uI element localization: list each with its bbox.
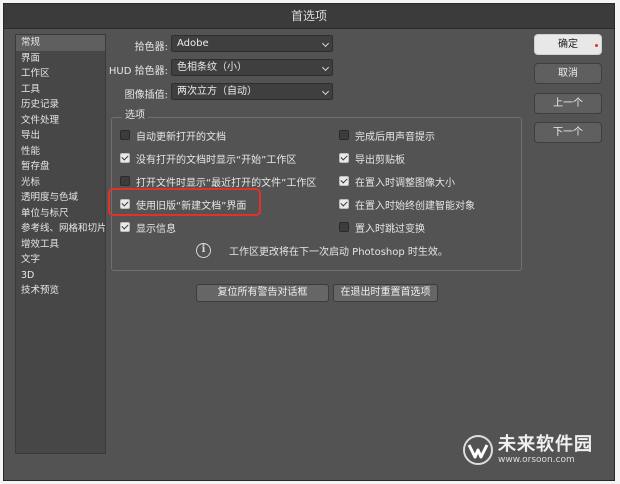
color-picker-select[interactable]: Adobe (171, 35, 333, 52)
checkbox-checked[interactable] (120, 222, 130, 232)
checkbox-checked[interactable] (339, 153, 349, 163)
sidebar-item-technology-previews[interactable]: 技术预览 (16, 283, 105, 299)
watermark-title: 未来软件园 (498, 433, 593, 455)
chevron-down-icon (321, 63, 330, 72)
option-beep-when-done[interactable]: 完成后用声音提示 (339, 128, 435, 143)
checkbox[interactable] (339, 130, 349, 140)
option-resize-on-place[interactable]: 在置入时调整图像大小 (339, 174, 455, 189)
watermark: 未来软件园 www.orsoon.com (462, 434, 593, 466)
checkbox[interactable] (120, 176, 130, 186)
chevron-down-icon (321, 39, 330, 48)
sidebar-item-type[interactable]: 文字 (16, 252, 105, 268)
option-auto-update-docs[interactable]: 自动更新打开的文档 (120, 128, 226, 143)
checkbox-checked[interactable] (339, 176, 349, 186)
color-picker-value: Adobe (177, 38, 209, 49)
sidebar-item-3d[interactable]: 3D (16, 268, 105, 284)
color-picker-label: 拾色器: (134, 42, 168, 53)
ok-button[interactable]: 确定 (534, 34, 602, 55)
sidebar-item-guides-grid-slices[interactable]: 参考线、网格和切片 (16, 221, 105, 237)
image-interpolation-select[interactable]: 两次立方（自动） (171, 83, 333, 100)
sidebar-item-transparency-gamut[interactable]: 透明度与色域 (16, 190, 105, 206)
option-show-tooltips[interactable]: 显示信息 (120, 220, 176, 235)
sidebar-item-file-handling[interactable]: 文件处理 (16, 113, 105, 129)
sidebar-item-cursors[interactable]: 光标 (16, 175, 105, 191)
hud-color-picker-select[interactable]: 色相条纹（小） (171, 59, 333, 76)
preferences-sidebar: 常规 界面 工作区 工具 历史记录 文件处理 导出 性能 暂存盘 光标 透明度与… (15, 34, 106, 454)
chevron-down-icon (321, 87, 330, 96)
watermark-logo-icon (463, 435, 493, 465)
sidebar-item-history[interactable]: 历史记录 (16, 97, 105, 113)
options-group-title: 选项 (122, 106, 148, 121)
sidebar-item-performance[interactable]: 性能 (16, 144, 105, 160)
focus-dot-icon (595, 44, 598, 47)
sidebar-item-general[interactable]: 常规 (16, 35, 105, 51)
image-interpolation-label: 图像插值: (124, 90, 168, 101)
sidebar-item-interface[interactable]: 界面 (16, 51, 105, 67)
highlight-annotation (108, 188, 261, 216)
info-icon: i (196, 243, 211, 258)
reset-on-quit-button[interactable]: 在退出时重置首选项 (333, 284, 438, 302)
window-title: 首选项 (290, 9, 327, 23)
checkbox-checked[interactable] (339, 199, 349, 209)
title-bar: 首选项 (4, 4, 614, 29)
previous-button[interactable]: 上一个 (534, 93, 602, 114)
image-interpolation-value: 两次立方（自动） (177, 86, 257, 97)
checkbox[interactable] (339, 222, 349, 232)
info-notice: i 工作区更改将在下一次启动 Photoshop 时生效。 (196, 243, 448, 258)
option-always-smart-objects[interactable]: 在置入时始终创建智能对象 (339, 197, 475, 212)
checkbox-checked[interactable] (120, 153, 130, 163)
sidebar-item-units-rulers[interactable]: 单位与标尺 (16, 206, 105, 222)
info-text: 工作区更改将在下一次启动 Photoshop 时生效。 (229, 247, 448, 258)
option-skip-transform[interactable]: 置入时跳过变换 (339, 220, 425, 235)
hud-color-picker-value: 色相条纹（小） (177, 62, 247, 73)
option-show-start-workspace[interactable]: 没有打开的文档时显示“开始”工作区 (120, 151, 296, 166)
sidebar-item-tools[interactable]: 工具 (16, 82, 105, 98)
sidebar-item-plugins[interactable]: 增效工具 (16, 237, 105, 253)
cancel-button[interactable]: 取消 (534, 63, 602, 84)
option-export-clipboard[interactable]: 导出剪贴板 (339, 151, 405, 166)
hud-color-picker-label: HUD 拾色器: (108, 66, 168, 77)
sidebar-item-export[interactable]: 导出 (16, 128, 105, 144)
sidebar-item-scratch-disks[interactable]: 暂存盘 (16, 159, 105, 175)
option-show-recent-files-workspace[interactable]: 打开文件时显示“最近打开的文件”工作区 (120, 174, 316, 189)
next-button[interactable]: 下一个 (534, 122, 602, 143)
sidebar-item-workspace[interactable]: 工作区 (16, 66, 105, 82)
reset-warnings-button[interactable]: 复位所有警告对话框 (196, 284, 329, 302)
watermark-url: www.orsoon.com (498, 454, 575, 465)
checkbox[interactable] (120, 130, 130, 140)
